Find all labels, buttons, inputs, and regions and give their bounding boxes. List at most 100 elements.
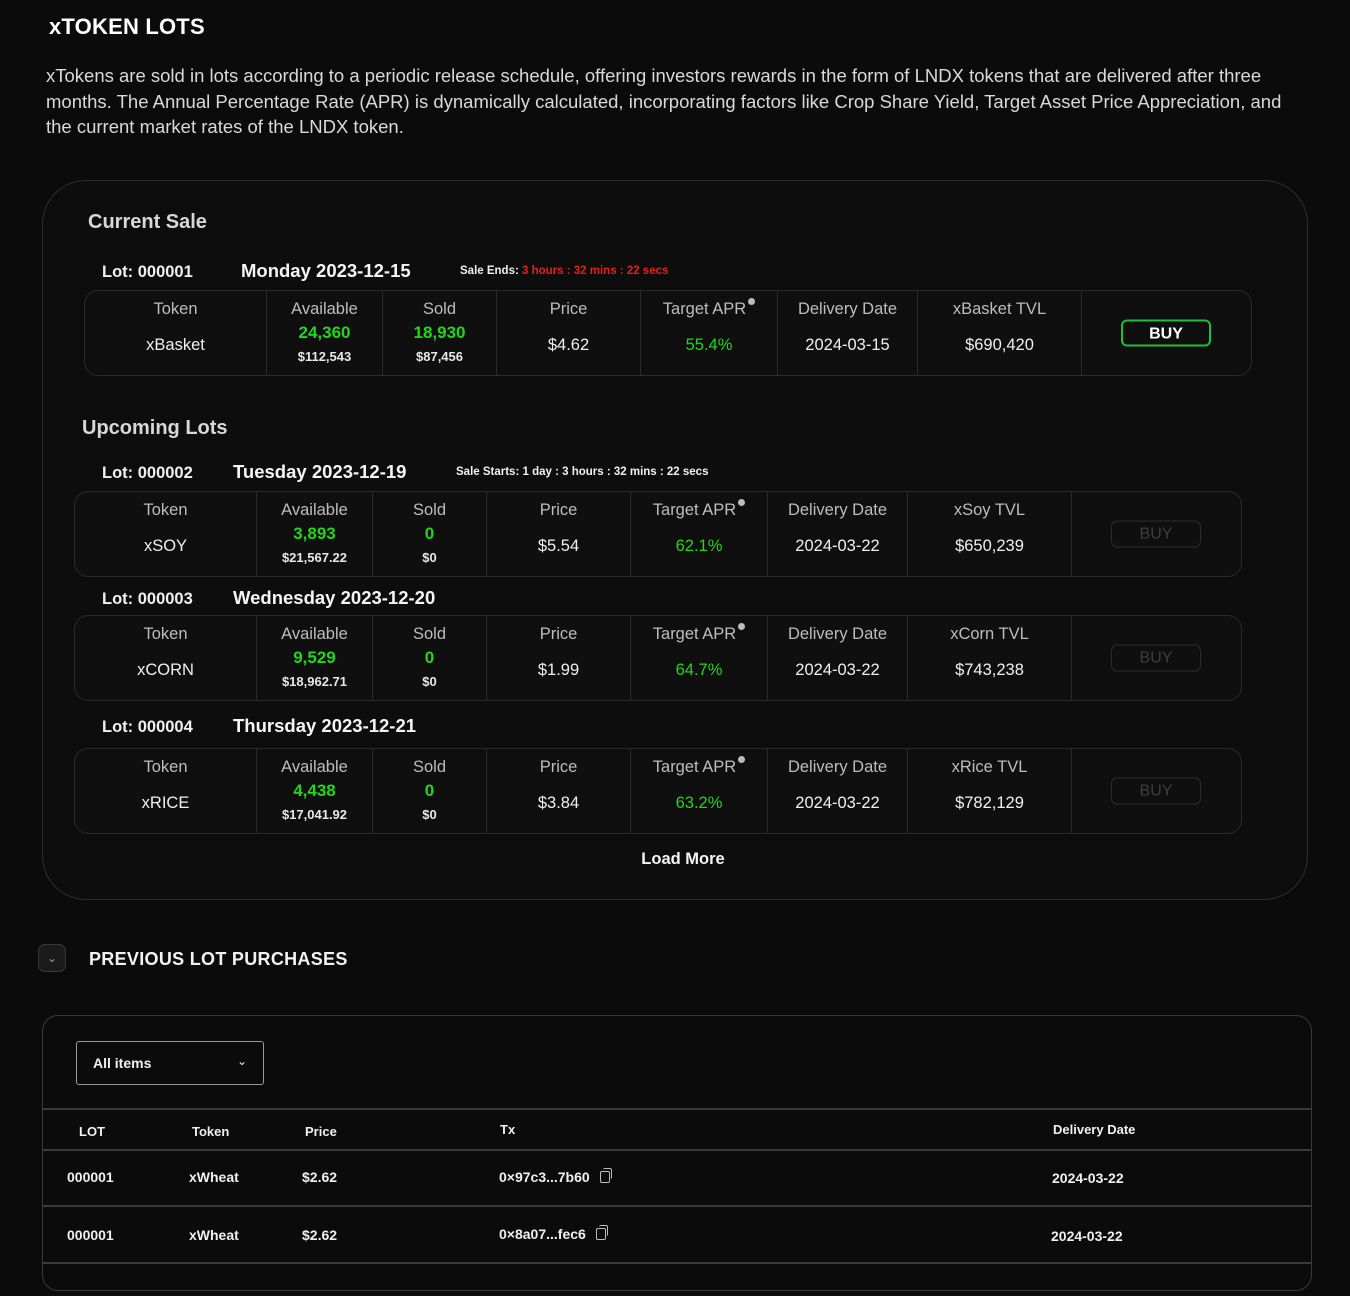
buy-button-disabled[interactable]: BUY bbox=[1111, 520, 1201, 548]
buy-cell: BUY bbox=[1072, 749, 1240, 833]
price-cell: Price $1.99 bbox=[487, 616, 631, 700]
delivery-label: Delivery Date bbox=[787, 758, 888, 776]
available-cell: Available 9,529 $18,962.71 bbox=[257, 616, 373, 700]
lot-row-current: Token xBasket Available 24,360 $112,543 … bbox=[84, 290, 1252, 376]
tvl-cell: xSoy TVL $650,239 bbox=[908, 492, 1072, 576]
buy-cell: BUY bbox=[1082, 291, 1250, 375]
delivery-value: 2024-03-22 bbox=[795, 537, 880, 555]
tvl-cell: xRice TVL $782,129 bbox=[908, 749, 1072, 833]
upcoming-lot-header: Lot: 000004 Thursday 2023-12-21 bbox=[43, 712, 1303, 740]
upcoming-lot-header: Lot: 000002 Tuesday 2023-12-19 Sale Star… bbox=[43, 458, 1303, 486]
available-value: 24,360 bbox=[298, 323, 351, 342]
row-tx: 0×97c3...7b60 bbox=[499, 1168, 612, 1185]
row-delivery: 2024-03-22 bbox=[1051, 1228, 1123, 1244]
price-label: Price bbox=[539, 758, 578, 776]
apr-cell: Target APR 62.1% bbox=[631, 492, 768, 576]
sold-cell: Sold 0 $0 bbox=[373, 749, 487, 833]
info-dot-icon[interactable] bbox=[738, 756, 746, 763]
tvl-cell: xBasket TVL $690,420 bbox=[918, 291, 1082, 375]
delivery-label: Delivery Date bbox=[797, 300, 898, 318]
info-dot-icon[interactable] bbox=[738, 499, 746, 506]
load-more-button[interactable]: Load More bbox=[593, 850, 773, 869]
sale-starts-countdown: Sale Starts: 1 day : 3 hours : 32 mins :… bbox=[456, 466, 709, 478]
tx-hash[interactable]: 0×97c3...7b60 bbox=[499, 1169, 590, 1185]
token-cell: Token xCORN bbox=[75, 616, 257, 700]
row-lot: 000001 bbox=[67, 1169, 114, 1185]
available-label: Available bbox=[281, 501, 348, 519]
apr-label: Target APR bbox=[652, 501, 737, 519]
apr-value: 64.7% bbox=[675, 661, 723, 679]
items-filter-select[interactable]: All items ⌄ bbox=[76, 1041, 264, 1085]
sold-value: 0 bbox=[424, 648, 435, 667]
info-dot-icon[interactable] bbox=[748, 298, 756, 305]
token-label: Token bbox=[143, 625, 188, 643]
delivery-cell: Delivery Date 2024-03-15 bbox=[778, 291, 918, 375]
tvl-cell: xCorn TVL $743,238 bbox=[908, 616, 1072, 700]
available-value: 3,893 bbox=[293, 524, 336, 543]
buy-button-disabled[interactable]: BUY bbox=[1111, 644, 1201, 672]
available-value: 9,529 bbox=[293, 648, 336, 667]
available-usd: $21,567.22 bbox=[281, 550, 348, 565]
available-label: Available bbox=[281, 758, 348, 776]
copy-icon[interactable] bbox=[595, 1225, 608, 1240]
lot-id: Lot: 000004 bbox=[102, 718, 193, 736]
price-cell: Price $4.62 bbox=[497, 291, 641, 375]
sold-usd: $0 bbox=[422, 550, 437, 565]
available-value: 4,438 bbox=[293, 781, 336, 800]
buy-cell: BUY bbox=[1072, 616, 1240, 700]
current-lot-header: Lot: 000001 Monday 2023-12-15 Sale Ends:… bbox=[43, 257, 1303, 285]
token-value: xCORN bbox=[137, 661, 194, 679]
lot-row-xsoy: Token xSOY Available 3,893 $21,567.22 So… bbox=[74, 491, 1242, 577]
lot-row-xcorn: Token xCORN Available 9,529 $18,962.71 S… bbox=[74, 615, 1242, 701]
lot-date: Tuesday 2023-12-19 bbox=[233, 461, 407, 482]
row-tx: 0×8a07...fec6 bbox=[499, 1225, 608, 1242]
chevron-down-icon[interactable]: ⌄ bbox=[38, 944, 66, 972]
price-label: Price bbox=[539, 625, 578, 643]
sold-cell: Sold 0 $0 bbox=[373, 616, 487, 700]
token-cell: Token xSOY bbox=[75, 492, 257, 576]
tvl-label: xCorn TVL bbox=[950, 625, 1029, 643]
row-price: $2.62 bbox=[302, 1169, 338, 1185]
chevron-down-icon: ⌄ bbox=[236, 1054, 247, 1068]
apr-cell: Target APR 63.2% bbox=[631, 749, 768, 833]
apr-cell: Target APR 64.7% bbox=[631, 616, 768, 700]
delivery-value: 2024-03-15 bbox=[805, 336, 890, 354]
buy-button-disabled[interactable]: BUY bbox=[1111, 777, 1201, 805]
tvl-label: xRice TVL bbox=[951, 758, 1028, 776]
tvl-value: $650,239 bbox=[955, 537, 1024, 555]
copy-icon[interactable] bbox=[599, 1168, 612, 1183]
buy-button[interactable]: BUY bbox=[1121, 319, 1211, 347]
available-cell: Available 4,438 $17,041.92 bbox=[257, 749, 373, 833]
price-cell: Price $5.54 bbox=[487, 492, 631, 576]
apr-value: 55.4% bbox=[685, 336, 733, 354]
divider bbox=[43, 1205, 1311, 1207]
divider bbox=[43, 1149, 1311, 1151]
sale-ends-value: 3 hours : 32 mins : 22 secs bbox=[522, 265, 669, 277]
col-price: Price bbox=[305, 1124, 337, 1139]
previous-purchases-panel: All items ⌄ LOT Token Price Tx Delivery … bbox=[42, 1015, 1312, 1291]
apr-value: 62.1% bbox=[675, 537, 723, 555]
tx-hash[interactable]: 0×8a07...fec6 bbox=[499, 1226, 586, 1242]
available-usd: $18,962.71 bbox=[281, 674, 348, 689]
token-value: xSOY bbox=[143, 537, 188, 555]
sold-usd: $87,456 bbox=[416, 349, 463, 364]
delivery-value: 2024-03-22 bbox=[795, 661, 880, 679]
col-delivery: Delivery Date bbox=[1053, 1122, 1136, 1137]
upcoming-lot-header: Lot: 000003 Wednesday 2023-12-20 bbox=[43, 584, 1303, 612]
price-value: $5.54 bbox=[537, 537, 580, 555]
divider bbox=[43, 1108, 1311, 1110]
buy-cell: BUY bbox=[1072, 492, 1240, 576]
delivery-cell: Delivery Date 2024-03-22 bbox=[768, 749, 908, 833]
apr-value: 63.2% bbox=[675, 794, 723, 812]
info-dot-icon[interactable] bbox=[738, 623, 746, 630]
delivery-cell: Delivery Date 2024-03-22 bbox=[768, 616, 908, 700]
lots-panel: Current Sale Lot: 000001 Monday 2023-12-… bbox=[42, 180, 1308, 900]
delivery-value: 2024-03-22 bbox=[795, 794, 880, 812]
available-label: Available bbox=[281, 625, 348, 643]
sold-value: 0 bbox=[424, 524, 435, 543]
available-usd: $112,543 bbox=[297, 349, 352, 364]
col-tx: Tx bbox=[500, 1122, 516, 1137]
col-lot: LOT bbox=[79, 1124, 105, 1139]
token-cell: Token xRICE bbox=[75, 749, 257, 833]
filter-value: All items bbox=[93, 1055, 152, 1071]
